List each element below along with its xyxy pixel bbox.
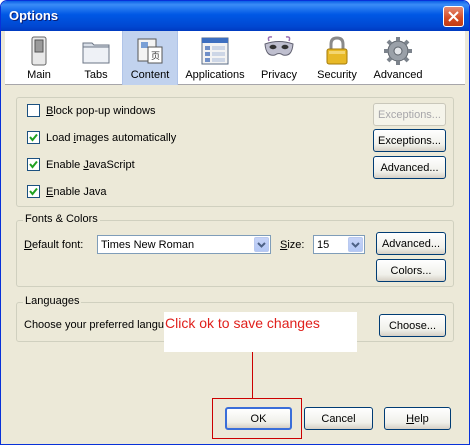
javascript-checkbox[interactable] bbox=[27, 158, 40, 171]
load-images-row: Load images automatically bbox=[27, 131, 176, 144]
tab-main-label: Main bbox=[27, 69, 51, 81]
ok-button[interactable]: OK bbox=[225, 407, 292, 430]
tab-advanced-label: Advanced bbox=[373, 69, 423, 81]
choose-languages-button[interactable]: Choose... bbox=[379, 314, 446, 337]
images-exceptions-label: Exceptions... bbox=[378, 134, 441, 147]
window-title: Options bbox=[9, 8, 59, 23]
block-popups-label: Block pop-up windows bbox=[46, 104, 156, 117]
tab-security[interactable]: Security bbox=[311, 31, 363, 85]
tab-content[interactable]: 页 Content bbox=[122, 31, 178, 85]
help-button[interactable]: Help bbox=[384, 407, 451, 430]
default-font-select[interactable]: Times New Roman bbox=[97, 235, 271, 254]
load-images-label: Load images automatically bbox=[46, 131, 177, 144]
help-label: Help bbox=[406, 412, 429, 425]
size-value: 15 bbox=[317, 239, 330, 251]
tab-applications-label: Applications bbox=[185, 69, 245, 81]
block-popups-row: Block pop-up windows bbox=[27, 104, 155, 117]
java-label: Enable Java bbox=[46, 185, 107, 198]
javascript-label: Enable JavaScript bbox=[46, 158, 135, 171]
close-icon bbox=[448, 11, 459, 22]
options-dialog: Options Main Tabs 页 Content Applications… bbox=[0, 0, 470, 445]
load-images-checkbox[interactable] bbox=[27, 131, 40, 144]
fonts-colors-legend: Fonts & Colors bbox=[23, 213, 100, 225]
choose-languages-label: Choose... bbox=[388, 319, 437, 332]
colors-button[interactable]: Colors... bbox=[376, 259, 446, 282]
fonts-advanced-label: Advanced... bbox=[381, 237, 441, 250]
languages-prompt: Choose your preferred langu bbox=[24, 319, 165, 331]
checkmark-icon bbox=[29, 160, 38, 169]
checkmark-icon bbox=[29, 133, 38, 142]
annotation-connector bbox=[252, 352, 253, 399]
cancel-label: Cancel bbox=[321, 412, 356, 425]
close-button[interactable] bbox=[443, 6, 464, 27]
images-exceptions-button[interactable]: Exceptions... bbox=[373, 129, 446, 152]
popup-exceptions-label: Exceptions... bbox=[378, 108, 441, 121]
javascript-advanced-button[interactable]: Advanced... bbox=[373, 156, 446, 179]
tab-privacy-label: Privacy bbox=[260, 69, 298, 81]
tab-security-label: Security bbox=[317, 69, 357, 81]
checkmark-icon bbox=[29, 187, 38, 196]
tab-tabs-label: Tabs bbox=[84, 69, 108, 81]
default-font-label: Default font: bbox=[24, 239, 84, 251]
ok-label: OK bbox=[250, 412, 267, 425]
size-select[interactable]: 15 bbox=[313, 235, 365, 254]
main-switch-icon bbox=[31, 36, 47, 66]
title-bar[interactable]: Options bbox=[1, 1, 469, 31]
security-lock-icon bbox=[326, 36, 348, 65]
annotation-callout: Click ok to save changes bbox=[164, 312, 357, 352]
fonts-advanced-button[interactable]: Advanced... bbox=[376, 232, 446, 255]
javascript-advanced-label: Advanced... bbox=[380, 161, 439, 174]
cancel-button[interactable]: Cancel bbox=[304, 407, 373, 430]
chevron-down-icon[interactable] bbox=[348, 237, 363, 252]
tab-applications[interactable]: Applications bbox=[182, 31, 248, 85]
applications-grid-icon bbox=[201, 37, 229, 65]
javascript-row: Enable JavaScript bbox=[27, 158, 135, 171]
fonts-colors-group: Fonts & Colors Default font: Times New R… bbox=[16, 213, 454, 287]
colors-label: Colors... bbox=[390, 264, 432, 277]
size-label: Size: bbox=[280, 239, 305, 251]
tab-privacy[interactable]: Privacy bbox=[254, 31, 304, 85]
popup-exceptions-button[interactable]: Exceptions... bbox=[373, 103, 446, 126]
advanced-gear-icon bbox=[384, 37, 412, 65]
annotation-text: Click ok to save changes bbox=[165, 315, 320, 331]
tab-tabs[interactable]: Tabs bbox=[69, 31, 123, 85]
tab-content-label: Content bbox=[130, 69, 170, 81]
block-popups-checkbox[interactable] bbox=[27, 104, 40, 117]
java-checkbox[interactable] bbox=[27, 185, 40, 198]
content-group: Block pop-up windows Load images automat… bbox=[16, 97, 454, 207]
languages-legend: Languages bbox=[23, 295, 82, 307]
privacy-mask-icon bbox=[264, 36, 294, 56]
tabs-folder-icon bbox=[82, 42, 110, 64]
tab-advanced[interactable]: Advanced bbox=[369, 31, 427, 85]
java-row: Enable Java bbox=[27, 185, 107, 198]
default-font-value: Times New Roman bbox=[101, 239, 195, 251]
chevron-down-icon[interactable] bbox=[254, 237, 269, 252]
tab-main[interactable]: Main bbox=[7, 31, 71, 85]
content-page-icon: 页 bbox=[137, 38, 163, 64]
svg-text:页: 页 bbox=[151, 51, 160, 62]
options-toolbar: Main Tabs 页 Content Applications Privacy… bbox=[5, 31, 465, 85]
